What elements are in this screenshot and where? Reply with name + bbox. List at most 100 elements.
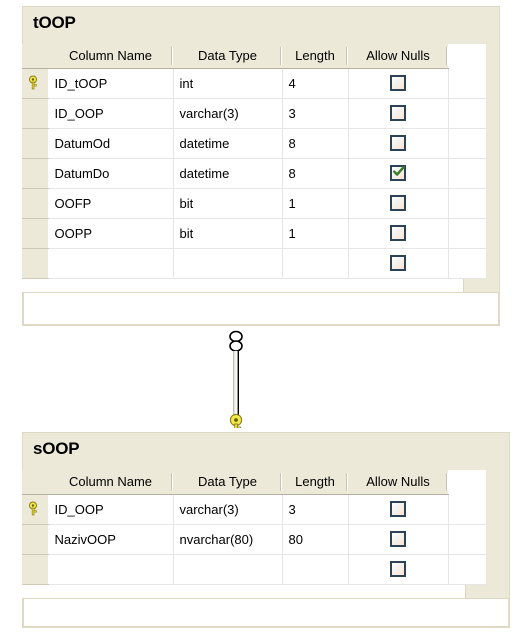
row-selector[interactable]	[22, 218, 49, 249]
table-title: sOOP	[33, 439, 80, 458]
cell-data-type[interactable]: datetime	[173, 128, 283, 159]
cell-length[interactable]: 1	[282, 218, 349, 249]
allow-nulls-checkbox[interactable]	[390, 135, 406, 152]
header-length[interactable]: Length	[282, 470, 348, 495]
cell-data-type[interactable]: nvarchar(80)	[173, 524, 283, 555]
header-allow-nulls[interactable]: Allow Nulls	[348, 470, 448, 495]
primary-key-icon	[28, 75, 42, 91]
cell-length[interactable]: 1	[282, 188, 349, 219]
cell-tail	[448, 524, 486, 555]
cell-length[interactable]: 3	[282, 494, 349, 525]
cell-data-type[interactable]: varchar(3)	[173, 98, 283, 129]
cell-column-name[interactable]	[48, 554, 174, 585]
allow-nulls-checkbox-checked[interactable]	[390, 165, 406, 182]
cell-data-type[interactable]: datetime	[173, 158, 283, 189]
cell-length[interactable]: 8	[282, 128, 349, 159]
panel-filler-toop	[23, 292, 499, 325]
grid-header-row: Column Name Data Type Length Allow Nulls	[22, 470, 486, 495]
cell-allow-nulls[interactable]	[348, 158, 449, 189]
panel-filler-soop	[23, 598, 509, 627]
primary-key-icon	[28, 501, 42, 517]
relationship-line	[229, 330, 243, 434]
cell-allow-nulls[interactable]	[348, 248, 449, 279]
header-column-name[interactable]: Column Name	[48, 44, 173, 69]
cell-allow-nulls[interactable]	[348, 98, 449, 129]
allow-nulls-checkbox[interactable]	[390, 501, 406, 518]
row-selector[interactable]	[22, 248, 49, 279]
cell-data-type[interactable]: bit	[173, 188, 283, 219]
checkmark-icon	[393, 166, 405, 177]
row-selector[interactable]	[22, 158, 49, 189]
cell-data-type[interactable]	[173, 554, 283, 585]
row-selector[interactable]	[22, 554, 49, 585]
cell-column-name[interactable]: NazivOOP	[48, 524, 174, 555]
cell-data-type[interactable]: bit	[173, 218, 283, 249]
table-row[interactable]: ID_OOP varchar(3) 3	[22, 98, 486, 129]
cell-column-name[interactable]: OOPP	[48, 218, 174, 249]
row-selector[interactable]	[22, 98, 49, 129]
cell-allow-nulls[interactable]	[348, 524, 449, 555]
cell-column-name[interactable]: ID_OOP	[48, 98, 174, 129]
row-selector[interactable]	[22, 494, 49, 525]
allow-nulls-checkbox[interactable]	[390, 195, 406, 212]
allow-nulls-checkbox[interactable]	[390, 225, 406, 242]
cell-column-name[interactable]: ID_OOP	[48, 494, 174, 525]
cell-data-type[interactable]: int	[173, 68, 283, 99]
allow-nulls-checkbox[interactable]	[390, 105, 406, 122]
row-selector[interactable]	[22, 524, 49, 555]
table-row[interactable]: ID_tOOP int 4	[22, 68, 486, 99]
cell-length[interactable]	[282, 248, 349, 279]
row-selector[interactable]	[22, 188, 49, 219]
header-tail	[448, 470, 486, 495]
table-row[interactable]: DatumDo datetime 8	[22, 158, 486, 189]
table-row[interactable]: OOPP bit 1	[22, 218, 486, 249]
allow-nulls-checkbox[interactable]	[390, 561, 406, 578]
allow-nulls-checkbox[interactable]	[390, 531, 406, 548]
cell-data-type[interactable]: varchar(3)	[173, 494, 283, 525]
diagram-canvas: tOOP Column Name Data Type Length Allow …	[0, 0, 528, 643]
row-selector[interactable]	[22, 128, 49, 159]
allow-nulls-checkbox[interactable]	[390, 75, 406, 92]
header-column-name[interactable]: Column Name	[48, 470, 173, 495]
table-title: tOOP	[33, 13, 76, 32]
cell-column-name[interactable]: OOFP	[48, 188, 174, 219]
table-row-new[interactable]	[22, 554, 486, 585]
row-selector[interactable]	[22, 68, 49, 99]
cell-allow-nulls[interactable]	[348, 554, 449, 585]
cell-allow-nulls[interactable]	[348, 68, 449, 99]
table-row[interactable]: DatumOd datetime 8	[22, 128, 486, 159]
header-allow-nulls[interactable]: Allow Nulls	[348, 44, 448, 69]
header-data-type[interactable]: Data Type	[173, 470, 282, 495]
cell-length[interactable]: 8	[282, 158, 349, 189]
cell-length[interactable]: 80	[282, 524, 349, 555]
cell-allow-nulls[interactable]	[348, 218, 449, 249]
table-row[interactable]: ID_OOP varchar(3) 3	[22, 494, 486, 525]
header-length[interactable]: Length	[282, 44, 348, 69]
cell-tail	[448, 188, 486, 219]
cell-column-name[interactable]: ID_tOOP	[48, 68, 174, 99]
cell-data-type[interactable]	[173, 248, 283, 279]
relationship-connector[interactable]	[222, 328, 254, 434]
grid-header-row: Column Name Data Type Length Allow Nulls	[22, 44, 486, 69]
cell-allow-nulls[interactable]	[348, 494, 449, 525]
cell-length[interactable]: 3	[282, 98, 349, 129]
cell-tail	[448, 554, 486, 585]
table-row[interactable]: OOFP bit 1	[22, 188, 486, 219]
cell-allow-nulls[interactable]	[348, 188, 449, 219]
cell-allow-nulls[interactable]	[348, 128, 449, 159]
table-grid-soop[interactable]: Column Name Data Type Length Allow Nulls	[22, 470, 486, 598]
cell-column-name[interactable]: DatumOd	[48, 128, 174, 159]
cell-length[interactable]: 4	[282, 68, 349, 99]
gutter-header	[22, 470, 48, 495]
cell-column-name[interactable]	[48, 248, 174, 279]
gutter-header	[22, 44, 48, 69]
primary-key-icon	[229, 413, 243, 434]
allow-nulls-checkbox[interactable]	[390, 255, 406, 272]
header-tail	[448, 44, 486, 69]
table-grid-toop[interactable]: Column Name Data Type Length Allow Nulls	[22, 44, 486, 292]
header-data-type[interactable]: Data Type	[173, 44, 282, 69]
table-row-new[interactable]	[22, 248, 486, 279]
cell-column-name[interactable]: DatumDo	[48, 158, 174, 189]
cell-length[interactable]	[282, 554, 349, 585]
table-row[interactable]: NazivOOP nvarchar(80) 80	[22, 524, 486, 555]
